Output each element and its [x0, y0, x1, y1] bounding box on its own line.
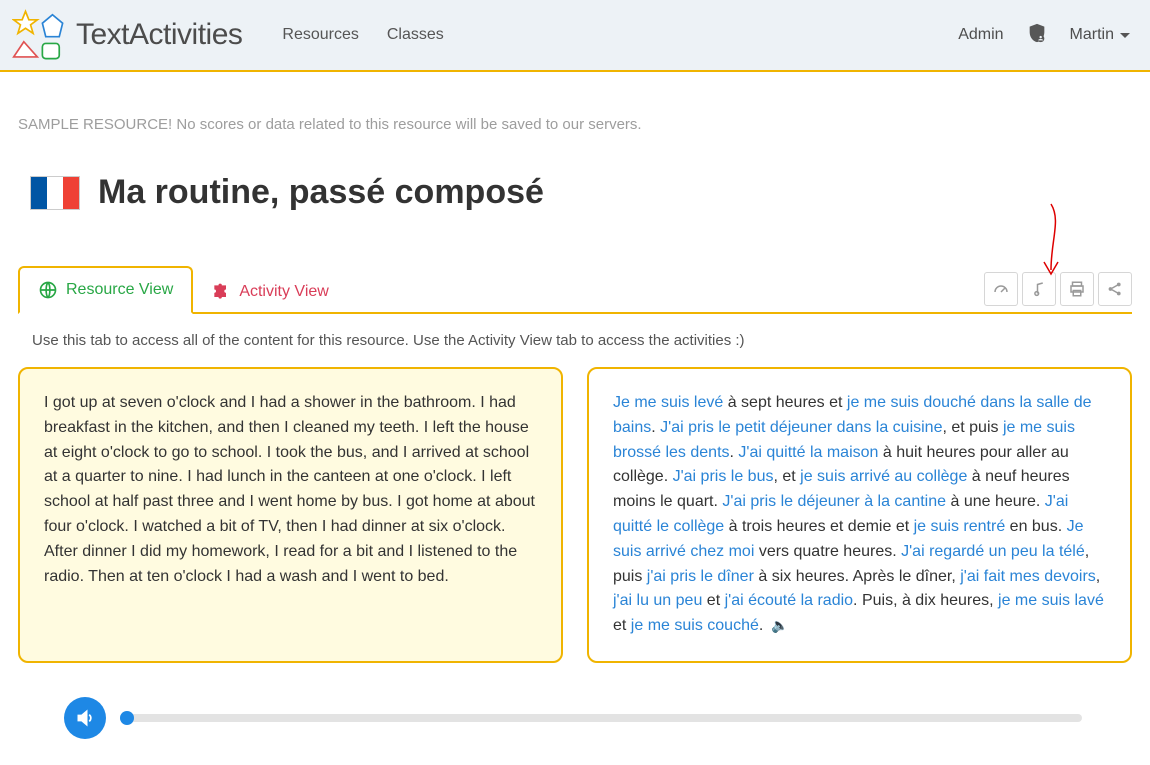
tab-activity-view[interactable]: Activity View: [193, 270, 347, 314]
top-header: TextActivities Resources Classes Admin M…: [0, 0, 1150, 72]
inline-speaker-icon[interactable]: 🔈: [767, 617, 788, 633]
audio-player: [18, 697, 1132, 739]
speaker-icon: [75, 708, 95, 728]
tab-resource-view[interactable]: Resource View: [18, 266, 193, 314]
title-row: Ma routine, passé composé: [30, 173, 1132, 212]
english-panel: I got up at seven o'clock and I had a sh…: [18, 367, 563, 663]
highlighted-phrase[interactable]: j'ai fait mes devoirs: [960, 568, 1096, 585]
highlighted-phrase[interactable]: j'ai pris le dîner: [647, 568, 754, 585]
print-button[interactable]: [1060, 272, 1094, 306]
highlighted-phrase[interactable]: J'ai pris le bus: [673, 468, 774, 485]
music-note-icon: [1030, 280, 1048, 298]
annotation-arrow-icon: [1026, 200, 1076, 280]
highlighted-phrase[interactable]: je suis arrivé au collège: [800, 468, 967, 485]
chevron-down-icon: [1120, 33, 1130, 38]
page-title: Ma routine, passé composé: [98, 173, 544, 212]
sample-notice: SAMPLE RESOURCE! No scores or data relat…: [18, 116, 1132, 133]
highlighted-phrase[interactable]: Je me suis levé: [613, 394, 723, 411]
highlighted-phrase[interactable]: J'ai pris le petit déjeuner dans la cuis…: [660, 419, 942, 436]
logo-icon: [12, 8, 66, 62]
user-name: Martin: [1070, 26, 1114, 44]
user-menu[interactable]: Martin: [1070, 26, 1130, 44]
highlighted-phrase[interactable]: j'ai lu un peu: [613, 592, 702, 609]
nav-links: Resources Classes: [282, 26, 443, 44]
speed-button[interactable]: [984, 272, 1018, 306]
highlighted-phrase[interactable]: J'ai pris le déjeuner à la cantine: [722, 493, 946, 510]
puzzle-icon: [211, 282, 231, 302]
tab-activity-label: Activity View: [239, 283, 329, 301]
gauge-icon: [992, 280, 1010, 298]
toolbar: [984, 272, 1132, 306]
highlighted-phrase[interactable]: j'ai écouté la radio: [725, 592, 853, 609]
highlighted-phrase[interactable]: je suis rentré: [914, 518, 1006, 535]
play-button[interactable]: [64, 697, 106, 739]
globe-icon: [38, 280, 58, 300]
shield-icon[interactable]: [1026, 21, 1048, 50]
highlighted-phrase[interactable]: je me suis couché: [631, 617, 759, 634]
audio-button[interactable]: [1022, 272, 1056, 306]
french-panel: Je me suis levé à sept heures et je me s…: [587, 367, 1132, 663]
brand-name: TextActivities: [76, 18, 242, 52]
helper-text: Use this tab to access all of the conten…: [32, 332, 1132, 349]
admin-link[interactable]: Admin: [958, 26, 1003, 44]
audio-track[interactable]: [124, 714, 1082, 722]
print-icon: [1068, 280, 1086, 298]
tabs-row: Resource View Activity View: [18, 262, 1132, 314]
share-icon: [1106, 280, 1124, 298]
nav-resources[interactable]: Resources: [282, 26, 358, 44]
tab-resource-label: Resource View: [66, 281, 173, 299]
highlighted-phrase[interactable]: J'ai regardé un peu la télé: [901, 543, 1085, 560]
highlighted-phrase[interactable]: je me suis lavé: [998, 592, 1104, 609]
nav-classes[interactable]: Classes: [387, 26, 444, 44]
brand-logo[interactable]: TextActivities: [12, 8, 242, 62]
highlighted-phrase[interactable]: J'ai quitté la maison: [738, 444, 878, 461]
flag-icon: [30, 176, 80, 210]
header-right: Admin Martin: [958, 21, 1130, 50]
audio-thumb[interactable]: [120, 711, 134, 725]
share-button[interactable]: [1098, 272, 1132, 306]
